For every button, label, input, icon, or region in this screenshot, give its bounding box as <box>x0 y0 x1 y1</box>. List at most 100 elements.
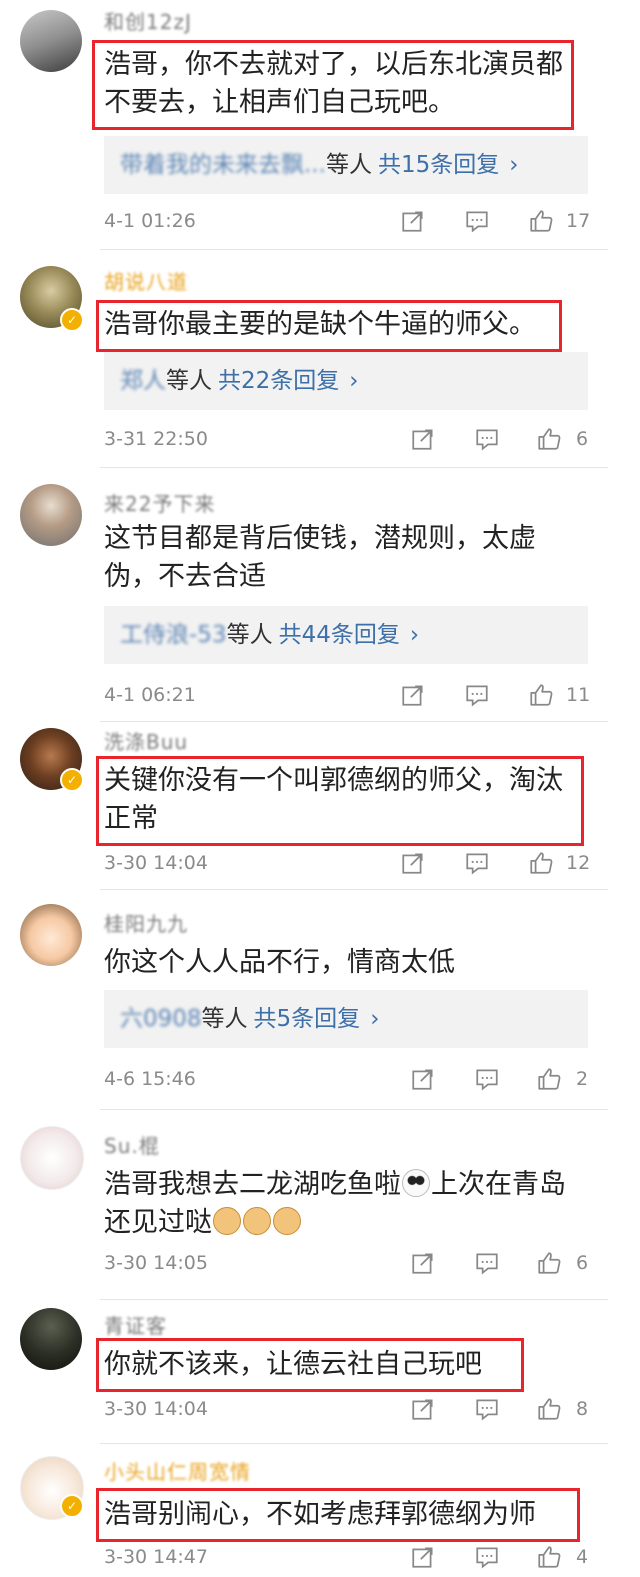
reply-count: 共5条回复 <box>253 1006 361 1032</box>
timestamp: 3-30 14:05 <box>104 1252 208 1274</box>
share-icon[interactable] <box>400 846 436 880</box>
like-count: 8 <box>576 1398 589 1420</box>
avatar[interactable] <box>20 10 82 72</box>
reply-count: 共15条回复 <box>377 152 500 178</box>
comment-icon[interactable] <box>474 1062 510 1096</box>
comment-icon[interactable] <box>464 204 500 238</box>
comment-item: Su.棍 浩哥我想去二龙湖吃鱼啦 上次在青岛还见过哒 3-30 14:05 6 <box>0 1110 640 1300</box>
username[interactable]: 和创12zJ <box>104 6 192 35</box>
like-icon[interactable] <box>536 422 572 456</box>
comment-item: ✓ 洗涤Buu 关键你没有一个叫郭德纲的师父，淘汰正常 3-30 14:04 1… <box>0 722 640 890</box>
comment-text: 你就不该来，让德云社自己玩吧 <box>104 1349 482 1380</box>
reply-count: 共22条回复 <box>218 368 340 394</box>
like-icon[interactable] <box>528 846 564 880</box>
timestamp: 4-1 06:21 <box>104 684 196 706</box>
comment-meta: 4-1 01:26 17 <box>104 204 600 238</box>
share-icon[interactable] <box>410 1540 446 1574</box>
verified-icon: ✓ <box>60 768 84 792</box>
comment-item: 桂阳九九 你这个人人品不行，情商太低 六0908等人 共5条回复 › 4-6 15:… <box>0 890 640 1110</box>
like-icon[interactable] <box>536 1062 572 1096</box>
comment-text: 这节目都是背后使钱，潜规则，太虚伪，不去合适 <box>104 523 536 592</box>
reply-preview[interactable]: 工侍浪-53等人 共44条回复 › <box>104 606 588 664</box>
like-count: 2 <box>576 1068 589 1090</box>
comment-text: 浩哥，你不去就对了，以后东北演员都不要去，让相声们自己玩吧。 <box>104 49 563 118</box>
comment-text: 浩哥别闹心，不如考虑拜郭德纲为师 <box>104 1499 536 1530</box>
comment-meta: 3-30 14:04 12 <box>104 846 600 880</box>
like-count: 6 <box>576 428 589 450</box>
timestamp: 3-30 14:04 <box>104 852 208 874</box>
avatar[interactable] <box>20 1126 84 1190</box>
comment-item: 和创12zJ 浩哥，你不去就对了，以后东北演员都不要去，让相声们自己玩吧。 带着… <box>0 0 640 250</box>
username[interactable]: 胡说八道 <box>104 266 188 295</box>
reply-user: 工侍浪-53 <box>120 622 227 648</box>
timestamp: 3-31 22:50 <box>104 428 208 450</box>
comment-icon[interactable] <box>474 422 510 456</box>
cat-emoji-icon <box>243 1207 271 1235</box>
cat-emoji-icon <box>273 1207 301 1235</box>
username[interactable]: 来22予下来 <box>104 488 215 517</box>
comment-icon[interactable] <box>464 678 500 712</box>
comment-meta: 4-6 15:46 2 <box>104 1062 600 1096</box>
comment-icon[interactable] <box>474 1246 510 1280</box>
comment-text: 浩哥我想去二龙湖吃鱼啦 上次在青岛还见过哒 <box>104 1169 566 1238</box>
chevron-right-icon: › <box>349 368 359 394</box>
username[interactable]: 青证客 <box>104 1310 167 1339</box>
comment-icon[interactable] <box>474 1392 510 1426</box>
avatar[interactable] <box>20 484 82 546</box>
timestamp: 4-1 01:26 <box>104 210 196 232</box>
like-icon[interactable] <box>528 204 564 238</box>
comment-item: ✓ 小头山仁周宽情 浩哥别闹心，不如考虑拜郭德纲为师 3-30 14:47 4 <box>0 1444 640 1577</box>
share-icon[interactable] <box>410 1246 446 1280</box>
comment-icon[interactable] <box>474 1540 510 1574</box>
like-icon[interactable] <box>536 1392 572 1426</box>
username[interactable]: Su.棍 <box>104 1130 160 1159</box>
verified-icon: ✓ <box>60 1494 84 1518</box>
share-icon[interactable] <box>410 1392 446 1426</box>
username[interactable]: 小头山仁周宽情 <box>104 1456 251 1485</box>
cat-emoji-icon <box>213 1207 241 1235</box>
comment-text: 关键你没有一个叫郭德纲的师父，淘汰正常 <box>104 765 563 834</box>
panda-emoji-icon <box>402 1169 430 1197</box>
timestamp: 3-30 14:04 <box>104 1398 208 1420</box>
chevron-right-icon: › <box>370 1006 380 1032</box>
reply-preview[interactable]: 郑人等人 共22条回复 › <box>104 352 588 410</box>
username[interactable]: 洗涤Buu <box>104 726 188 755</box>
reply-preview[interactable]: 带着我的未来去飘...等人 共15条回复 › <box>104 136 588 194</box>
like-icon[interactable] <box>536 1246 572 1280</box>
chevron-right-icon: › <box>409 622 420 648</box>
chevron-right-icon: › <box>509 152 519 178</box>
avatar[interactable] <box>20 904 82 966</box>
like-icon[interactable] <box>536 1540 572 1574</box>
comment-icon[interactable] <box>464 846 500 880</box>
comment-meta: 3-30 14:04 8 <box>104 1392 600 1426</box>
like-count: 6 <box>576 1252 589 1274</box>
like-count: 11 <box>566 684 591 706</box>
like-count: 4 <box>576 1546 589 1568</box>
comment-item: 青证客 你就不该来，让德云社自己玩吧 3-30 14:04 8 <box>0 1300 640 1444</box>
timestamp: 3-30 14:47 <box>104 1546 208 1568</box>
reply-count: 共44条回复 <box>278 622 400 648</box>
like-count: 12 <box>566 852 591 874</box>
username[interactable]: 桂阳九九 <box>104 908 188 937</box>
comment-text: 你这个人人品不行，情商太低 <box>104 947 455 978</box>
comment-meta: 3-30 14:05 6 <box>104 1246 600 1280</box>
reply-preview[interactable]: 六0908等人 共5条回复 › <box>104 990 588 1048</box>
reply-user: 六0908 <box>120 1006 202 1032</box>
share-icon[interactable] <box>410 1062 446 1096</box>
like-count: 17 <box>566 210 591 232</box>
comment-meta: 3-30 14:47 4 <box>104 1540 600 1574</box>
reply-user: 带着我的未来去飘... <box>120 152 326 178</box>
avatar[interactable] <box>20 1308 82 1370</box>
reply-user: 郑人 <box>120 368 166 394</box>
comment-item: ✓ 胡说八道 浩哥你最主要的是缺个牛逼的师父。 郑人等人 共22条回复 › 3-31… <box>0 250 640 468</box>
comment-text: 浩哥你最主要的是缺个牛逼的师父。 <box>104 309 536 340</box>
share-icon[interactable] <box>400 678 436 712</box>
verified-icon: ✓ <box>60 308 84 332</box>
share-icon[interactable] <box>410 422 446 456</box>
comment-item: 来22予下来 这节目都是背后使钱，潜规则，太虚伪，不去合适 工侍浪-53等人 共4… <box>0 468 640 722</box>
comment-meta: 4-1 06:21 11 <box>104 678 600 712</box>
share-icon[interactable] <box>400 204 436 238</box>
like-icon[interactable] <box>528 678 564 712</box>
comment-meta: 3-31 22:50 6 <box>104 422 600 456</box>
timestamp: 4-6 15:46 <box>104 1068 196 1090</box>
